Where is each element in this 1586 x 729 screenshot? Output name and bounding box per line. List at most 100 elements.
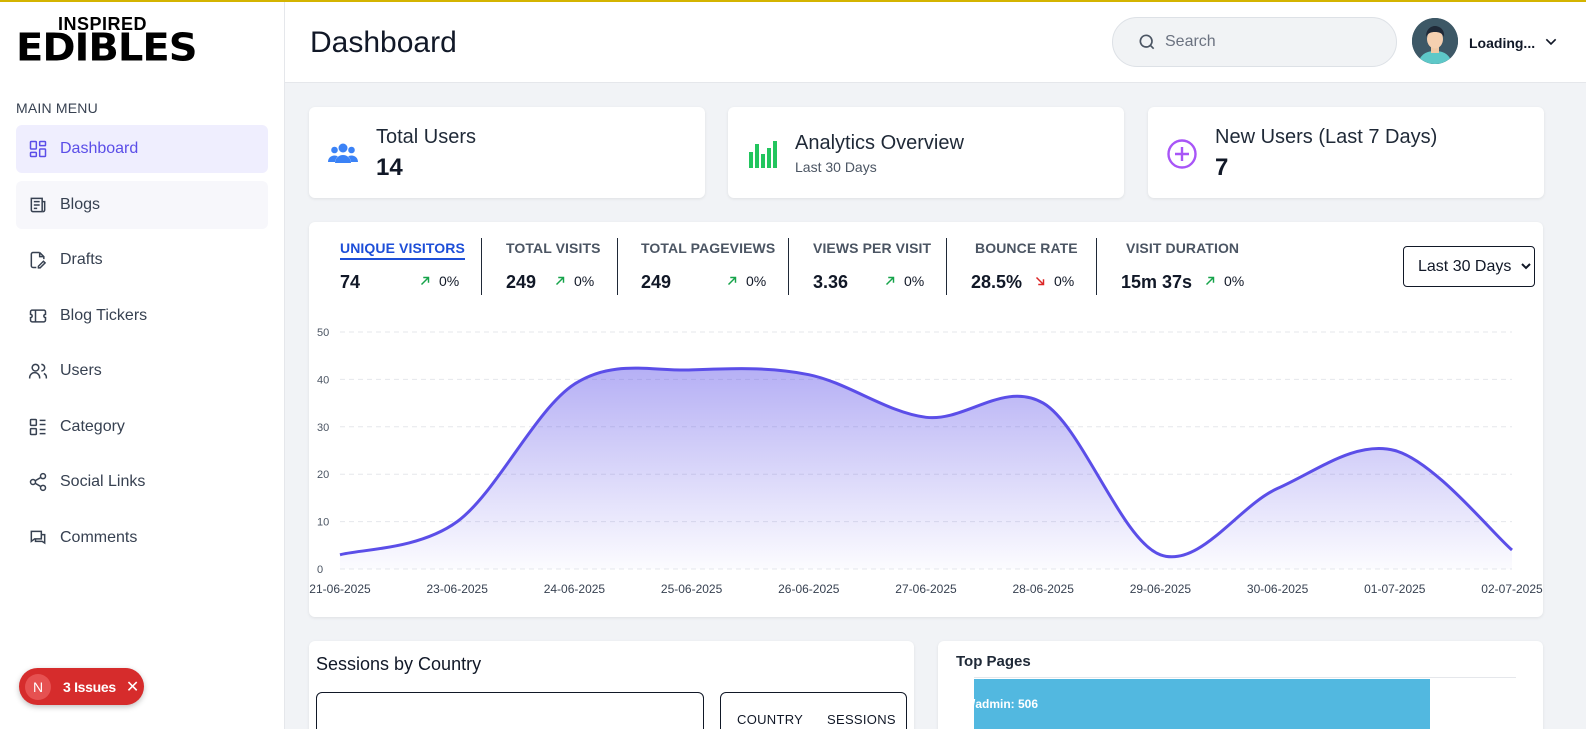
search-input[interactable]: [1165, 33, 1365, 51]
brand-logo-bottom: EDIBLES: [16, 26, 198, 70]
metric-total-pageviews[interactable]: TOTAL PAGEVIEWS 249 0%: [641, 238, 786, 296]
visitors-area-chart: 0 10 20 30 40 50 21-06-2025 23-06-2025 24-06-202…: [309, 327, 1543, 596]
sidebar-item-label: Blogs: [60, 195, 101, 213]
metric-value: 249: [506, 272, 537, 292]
list-icon: [29, 418, 46, 435]
metric-total-visits[interactable]: TOTAL VISITS 249 0%: [506, 238, 616, 296]
y-tick-label: 20: [317, 469, 329, 481]
page-title: Dashboard: [310, 26, 457, 59]
sidebar-item-label: Comments: [60, 528, 138, 546]
y-tick-label: 40: [317, 374, 329, 386]
stat-title: Analytics Overview: [795, 132, 964, 154]
y-tick-label: 0: [317, 564, 323, 576]
brand-logo[interactable]: INSPIRED EDIBLES: [16, 14, 198, 70]
column-country: COUNTRY: [737, 712, 804, 727]
bar-chart-icon: [749, 141, 777, 168]
sidebar-item-social-links[interactable]: Social Links: [16, 458, 268, 506]
metric-change-value: 0%: [574, 273, 595, 289]
issues-badge[interactable]: N 3 Issues ✕: [19, 668, 144, 705]
arrow-down-right-icon: [1035, 276, 1045, 286]
y-tick-label: 50: [317, 327, 329, 339]
metric-label: BOUNCE RATE: [975, 240, 1078, 256]
stat-value: 14: [376, 154, 403, 181]
users-icon: [28, 363, 48, 379]
x-tick-label: 21-06-2025: [309, 582, 371, 596]
metric-value: 3.36: [813, 272, 849, 292]
issues-avatar: N: [25, 673, 51, 700]
arrow-up-right-icon: [885, 276, 895, 286]
plus-circle-icon: [1167, 139, 1197, 169]
avatar[interactable]: [1412, 18, 1458, 64]
stat-value: 7: [1215, 154, 1229, 181]
top-page-bar[interactable]: [974, 679, 1430, 729]
metric-value: 74: [340, 272, 361, 292]
sidebar-item-blog-tickers[interactable]: Blog Tickers: [16, 292, 268, 340]
chart-area-fill: [340, 368, 1512, 569]
total-users-card: Total Users 14: [309, 107, 705, 198]
metric-change: 0%: [1033, 273, 1074, 289]
arrow-up-right-icon: [420, 276, 430, 286]
metric-divider: [1096, 238, 1097, 295]
sidebar-item-label: Category: [60, 417, 125, 435]
sidebar: INSPIRED EDIBLES MAIN MENU Dashboard Blo…: [0, 2, 285, 729]
sidebar-item-users[interactable]: Users: [16, 347, 268, 395]
metric-value: 249: [641, 272, 672, 292]
top-header: Dashboard Loading...: [285, 2, 1586, 83]
users-icon: [328, 143, 358, 163]
top-page-bar-label: /admin: 506: [972, 697, 1039, 711]
stat-title: New Users (Last 7 Days): [1215, 126, 1438, 148]
metric-change: 0%: [553, 273, 594, 289]
ticket-icon: [29, 308, 47, 323]
sidebar-item-label: Drafts: [60, 251, 103, 268]
x-tick-label: 27-06-2025: [895, 582, 957, 596]
chart-gridline: [974, 677, 1516, 678]
x-tick-label: 28-06-2025: [1013, 582, 1075, 596]
sidebar-item-dashboard[interactable]: Dashboard: [16, 125, 268, 173]
search-box[interactable]: [1112, 17, 1397, 67]
metric-change: 0%: [725, 273, 766, 289]
arrow-up-right-icon: [555, 276, 565, 286]
sessions-by-country-card: Sessions by Country COUNTRY SESSIONS: [309, 641, 914, 729]
x-tick-label: 30-06-2025: [1247, 582, 1309, 596]
metric-bounce-rate[interactable]: BOUNCE RATE 28.5% 0%: [971, 238, 1095, 296]
metric-divider: [946, 238, 947, 295]
sidebar-item-blogs[interactable]: Blogs: [16, 180, 268, 229]
sidebar-item-category[interactable]: Category: [16, 403, 268, 451]
x-tick-label: 02-07-2025: [1481, 582, 1543, 596]
x-tick-label: 23-06-2025: [427, 582, 489, 596]
metric-change-value: 0%: [439, 273, 460, 289]
metric-change: 0%: [1203, 273, 1244, 289]
close-icon[interactable]: ✕: [126, 677, 139, 697]
metric-value: 28.5%: [971, 272, 1023, 292]
chevron-down-icon[interactable]: [1543, 34, 1559, 50]
metric-change-value: 0%: [1054, 273, 1075, 289]
metric-views-per-visit[interactable]: VIEWS PER VISIT 3.36 0%: [813, 238, 943, 296]
sidebar-item-drafts[interactable]: Drafts: [16, 236, 268, 284]
metric-visit-duration[interactable]: VISIT DURATION 15m 37s 0%: [1121, 238, 1261, 296]
arrow-up-right-icon: [1205, 276, 1215, 286]
stat-title: Total Users: [376, 126, 477, 148]
user-name[interactable]: Loading...: [1469, 35, 1535, 51]
analytics-overview-card: Analytics Overview Last 30 Days: [728, 107, 1124, 198]
main-menu-heading: MAIN MENU: [16, 100, 98, 116]
sidebar-item-comments[interactable]: Comments: [16, 514, 268, 562]
metric-label: TOTAL PAGEVIEWS: [641, 240, 776, 256]
sessions-title: Sessions by Country: [316, 654, 482, 674]
metric-label: VIEWS PER VISIT: [813, 240, 932, 256]
sidebar-item-label: Dashboard: [60, 140, 139, 157]
column-sessions: SESSIONS: [827, 712, 896, 727]
issues-label: 3 Issues: [63, 678, 116, 695]
metric-change-value: 0%: [1224, 273, 1245, 289]
y-tick-label: 10: [317, 517, 329, 529]
x-tick-label: 24-06-2025: [544, 582, 606, 596]
metric-divider: [481, 238, 482, 295]
metric-label: VISIT DURATION: [1126, 240, 1240, 256]
date-range-select[interactable]: Last 30 Days: [1403, 246, 1535, 287]
x-tick-label: 26-06-2025: [778, 582, 840, 596]
metric-unique-visitors[interactable]: UNIQUE VISITORS 74 0%: [340, 238, 480, 296]
sidebar-item-label: Blog Tickers: [60, 306, 148, 324]
arrow-up-right-icon: [727, 276, 737, 286]
metric-label: UNIQUE VISITORS: [340, 240, 465, 260]
top-pages-card: Top Pages /admin: 506: [938, 641, 1543, 729]
x-tick-label: 25-06-2025: [661, 582, 723, 596]
